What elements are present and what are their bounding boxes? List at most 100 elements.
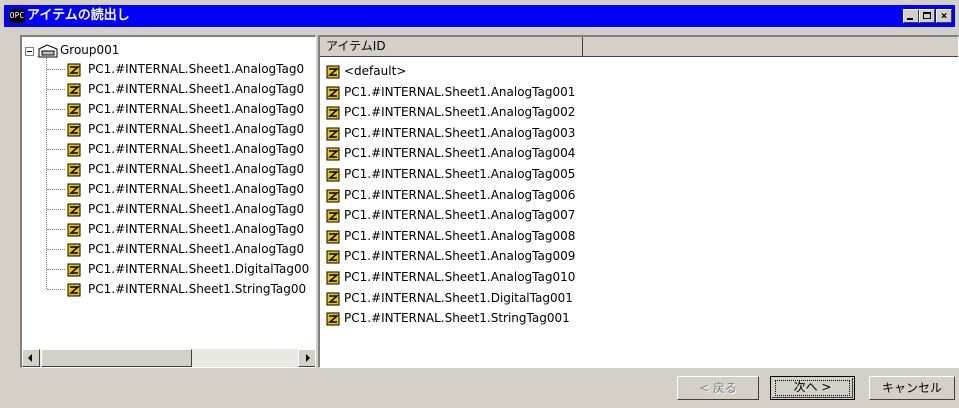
tree-branch-line — [47, 269, 65, 270]
tree-branch-line — [47, 289, 65, 290]
maximize-icon — [923, 12, 931, 19]
minimize-button[interactable] — [903, 9, 919, 23]
tag-icon — [67, 183, 81, 197]
tree-item-label: PC1.#INTERNAL.Sheet1.AnalogTag0 — [88, 182, 305, 196]
tree-branch-line — [47, 69, 65, 70]
horizontal-scrollbar[interactable] — [22, 349, 315, 367]
tree-item-label: PC1.#INTERNAL.Sheet1.AnalogTag0 — [88, 222, 305, 236]
tag-icon — [67, 123, 81, 137]
app-icon: OPC — [9, 9, 25, 23]
list-item-label: PC1.#INTERNAL.Sheet1.AnalogTag009 — [344, 249, 576, 264]
list-item[interactable]: PC1.#INTERNAL.Sheet1.AnalogTag008 — [320, 226, 920, 246]
list-item-label: PC1.#INTERNAL.Sheet1.AnalogTag007 — [344, 208, 576, 223]
maximize-button[interactable] — [919, 9, 935, 23]
tree-branch-line — [47, 209, 65, 210]
list-item[interactable]: <default> — [320, 61, 920, 81]
list-item[interactable]: PC1.#INTERNAL.Sheet1.AnalogTag006 — [320, 185, 920, 205]
tree-item[interactable]: PC1.#INTERNAL.Sheet1.AnalogTag0 — [22, 79, 315, 99]
tree-branch-line — [47, 149, 65, 150]
next-button-label: 次へ > — [793, 380, 832, 394]
list-item[interactable]: PC1.#INTERNAL.Sheet1.AnalogTag005 — [320, 164, 920, 184]
tree-item-label: PC1.#INTERNAL.Sheet1.AnalogTag0 — [88, 122, 305, 136]
tag-icon — [67, 283, 81, 297]
collapse-toggle-icon[interactable] — [25, 47, 34, 56]
list-item-label: PC1.#INTERNAL.Sheet1.AnalogTag008 — [344, 228, 576, 243]
list-item[interactable]: PC1.#INTERNAL.Sheet1.AnalogTag004 — [320, 143, 920, 163]
tag-icon — [326, 230, 340, 244]
list-item-label: PC1.#INTERNAL.Sheet1.StringTag001 — [344, 311, 570, 326]
tree-item[interactable]: PC1.#INTERNAL.Sheet1.AnalogTag0 — [22, 199, 315, 219]
scroll-left-button[interactable] — [22, 349, 40, 367]
group-folder-icon — [37, 44, 58, 58]
tree-item-label: PC1.#INTERNAL.Sheet1.AnalogTag0 — [88, 142, 305, 156]
tag-icon — [326, 86, 340, 100]
arrow-right-icon — [306, 354, 310, 362]
list-item[interactable]: PC1.#INTERNAL.Sheet1.AnalogTag002 — [320, 102, 920, 122]
next-button[interactable]: 次へ > — [770, 376, 855, 400]
list-item[interactable]: PC1.#INTERNAL.Sheet1.AnalogTag009 — [320, 246, 920, 266]
tree-item-label: PC1.#INTERNAL.Sheet1.AnalogTag0 — [88, 62, 305, 76]
tag-icon — [67, 63, 81, 77]
tag-icon — [67, 83, 81, 97]
list-item[interactable]: PC1.#INTERNAL.Sheet1.AnalogTag010 — [320, 267, 920, 287]
tag-icon — [326, 209, 340, 223]
group-tree[interactable]: Group001 PC1.#INTERNAL.Sheet1.AnalogTag0… — [20, 35, 316, 368]
cancel-button[interactable]: キャンセル — [869, 376, 955, 400]
back-button[interactable]: < 戻る — [677, 376, 759, 400]
tag-icon — [67, 203, 81, 217]
tree-item-label: PC1.#INTERNAL.Sheet1.AnalogTag0 — [88, 242, 305, 256]
tree-branch-line — [47, 169, 65, 170]
tree-item-label: PC1.#INTERNAL.Sheet1.AnalogTag0 — [88, 202, 305, 216]
tree-item-label: PC1.#INTERNAL.Sheet1.AnalogTag0 — [88, 82, 305, 96]
list-item-label: PC1.#INTERNAL.Sheet1.AnalogTag003 — [344, 125, 576, 140]
tag-icon — [326, 250, 340, 264]
tree-root-label: Group001 — [60, 43, 120, 57]
tree-item[interactable]: PC1.#INTERNAL.Sheet1.AnalogTag0 — [22, 99, 315, 119]
title-bar-fill — [4, 5, 955, 27]
scroll-thumb[interactable] — [41, 349, 192, 367]
tree-item-label: PC1.#INTERNAL.Sheet1.AnalogTag0 — [88, 162, 305, 176]
list-item[interactable]: PC1.#INTERNAL.Sheet1.AnalogTag003 — [320, 123, 920, 143]
tag-icon — [326, 292, 340, 306]
tree-item[interactable]: PC1.#INTERNAL.Sheet1.AnalogTag0 — [22, 239, 315, 259]
list-item-label: PC1.#INTERNAL.Sheet1.AnalogTag001 — [344, 84, 576, 99]
tree-item[interactable]: PC1.#INTERNAL.Sheet1.AnalogTag0 — [22, 119, 315, 139]
list-item[interactable]: PC1.#INTERNAL.Sheet1.AnalogTag007 — [320, 205, 920, 225]
tag-icon — [326, 127, 340, 141]
tree-item[interactable]: PC1.#INTERNAL.Sheet1.AnalogTag0 — [22, 179, 315, 199]
tag-icon — [326, 271, 340, 285]
tree-branch-line — [47, 109, 65, 110]
close-icon: × — [940, 9, 948, 22]
tree-item[interactable]: PC1.#INTERNAL.Sheet1.AnalogTag0 — [22, 139, 315, 159]
tree-item[interactable]: PC1.#INTERNAL.Sheet1.DigitalTag00 — [22, 259, 315, 279]
tree-branch-line — [47, 229, 65, 230]
minimize-icon — [907, 18, 913, 20]
arrow-left-icon — [28, 354, 32, 362]
list-item-label: PC1.#INTERNAL.Sheet1.AnalogTag005 — [344, 167, 576, 181]
close-button[interactable]: × — [936, 9, 952, 23]
tree-item[interactable]: PC1.#INTERNAL.Sheet1.StringTag00 — [22, 279, 315, 299]
tag-icon — [326, 106, 340, 120]
list-item-label: <default> — [344, 64, 407, 78]
tree-branch-line — [47, 249, 65, 250]
tag-icon — [326, 312, 340, 326]
tag-icon — [67, 223, 81, 237]
tree-item[interactable]: PC1.#INTERNAL.Sheet1.AnalogTag0 — [22, 219, 315, 239]
tree-item-label: PC1.#INTERNAL.Sheet1.AnalogTag0 — [88, 102, 305, 116]
scroll-right-button[interactable] — [298, 349, 315, 367]
list-item[interactable]: PC1.#INTERNAL.Sheet1.AnalogTag001 — [320, 82, 920, 102]
tree-item[interactable]: PC1.#INTERNAL.Sheet1.AnalogTag0 — [22, 59, 315, 79]
list-item-label: PC1.#INTERNAL.Sheet1.AnalogTag002 — [344, 105, 576, 120]
list-item-label: PC1.#INTERNAL.Sheet1.AnalogTag004 — [344, 146, 576, 161]
tag-icon — [67, 143, 81, 157]
item-id-list[interactable]: アイテムID <default> PC1.#INTERNAL.Sheet1.Ana… — [318, 35, 959, 368]
tree-item[interactable]: PC1.#INTERNAL.Sheet1.AnalogTag0 — [22, 159, 315, 179]
tree-branch-line — [47, 129, 65, 130]
column-header-filler — [583, 37, 958, 57]
list-item-label: PC1.#INTERNAL.Sheet1.AnalogTag006 — [344, 187, 576, 202]
tree-item-label: PC1.#INTERNAL.Sheet1.DigitalTag00 — [88, 262, 310, 276]
list-item-label: PC1.#INTERNAL.Sheet1.AnalogTag010 — [344, 270, 576, 284]
list-item[interactable]: PC1.#INTERNAL.Sheet1.DigitalTag001 — [320, 288, 920, 308]
list-item[interactable]: PC1.#INTERNAL.Sheet1.StringTag001 — [320, 308, 920, 328]
column-header-item-id[interactable]: アイテムID — [320, 37, 583, 57]
